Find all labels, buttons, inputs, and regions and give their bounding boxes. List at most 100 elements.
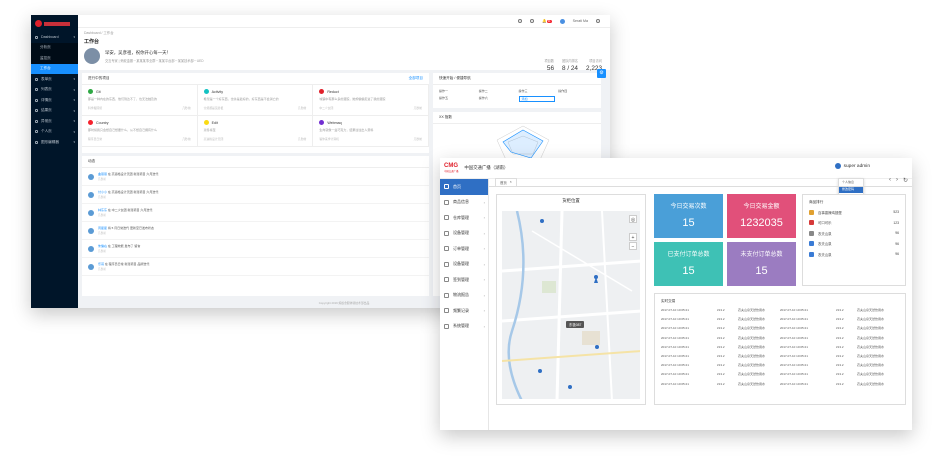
project-footer: 科学搬砖组 几秒前 — [88, 106, 191, 110]
project-desc: 凛冬将至 — [203, 128, 216, 132]
language-icon[interactable] — [596, 19, 600, 23]
sidebar-item[interactable]: 仓库管理 › — [440, 210, 488, 226]
chevron-left-icon[interactable]: ‹ — [889, 177, 891, 184]
project-card[interactable]: Edit 凛冬将至 高逼格设计天团 几秒前 — [197, 116, 314, 147]
dynamic-user[interactable]: 林东东 — [98, 208, 107, 212]
sidebar-item[interactable]: 频繁记录 › — [440, 303, 488, 319]
search-icon[interactable] — [518, 19, 523, 23]
dynamic-line: 朱偏右 在 工程效能 发布了 留言 — [98, 244, 140, 248]
quick-link[interactable]: 操作六 — [479, 96, 516, 102]
table-cell: 2017-07-10 10:05:21 — [780, 381, 808, 386]
quick-link[interactable]: 操作五 — [439, 96, 476, 102]
project-header: Webmaq — [319, 120, 422, 125]
product-name: 农夫山泉 — [818, 242, 832, 247]
sidebar-item-label: 物流报告 — [453, 292, 469, 298]
list-item: 林东东 在 中二少女团 新建项目 六月迭代 几秒前 — [82, 204, 429, 222]
project-time: 几秒前 — [182, 106, 191, 110]
chevron-down-icon: ▾ — [73, 108, 75, 113]
project-icon — [203, 89, 209, 94]
sidebar-item[interactable]: 个人页 ▾ — [31, 127, 78, 138]
project-card[interactable]: Webmaq 生命就像一盒巧克力，结果往往出人意料 骗你来学计算机 几秒前 — [313, 116, 429, 147]
settings-gear-icon[interactable]: ⚙ — [597, 69, 606, 78]
project-name: Activity — [211, 89, 224, 94]
sidebar-item[interactable]: 首页 — [440, 179, 488, 195]
user-name[interactable]: Serati Ma — [573, 19, 588, 23]
sidebar-item[interactable]: 物流报告 › — [440, 288, 488, 304]
all-projects-link[interactable]: 全部项目 — [409, 76, 423, 81]
dynamic-line: 付小小 在 高逼格设计天团 新建项目 六月迭代 — [98, 190, 158, 194]
cmg-logo: CMG 中国交通广播 — [444, 163, 459, 173]
close-icon[interactable]: × — [510, 180, 512, 185]
dynamic-time: 几秒前 — [98, 196, 106, 199]
sidebar-item[interactable]: 分析页 — [31, 42, 78, 53]
sidebar-item[interactable]: 订单管理 › — [440, 241, 488, 257]
map-view[interactable]: ◎ + − 东极087 — [502, 211, 640, 399]
chevron-down-icon: ▾ — [73, 87, 75, 92]
sidebar-item[interactable]: 签到管理 › — [440, 272, 488, 288]
project-desc: 生命就像一盒巧克力，结果往往出人意料 — [319, 128, 374, 132]
zoom-out-button[interactable]: − — [629, 242, 637, 250]
sidebar-item[interactable]: 异常页 ▾ — [31, 116, 78, 127]
avatar[interactable] — [559, 18, 565, 24]
sidebar-item-label: 首页 — [453, 183, 461, 189]
tab-home[interactable]: 首页 × — [495, 178, 517, 186]
dynamic-text: 付小小 在 高逼格设计天团 新建项目 六月迭代 几秒前 — [98, 190, 158, 199]
product-name: 可口可乐 — [818, 221, 832, 226]
dynamic-user[interactable]: 朱偏右 — [98, 244, 107, 248]
quick-link[interactable]: 操作一 — [439, 89, 476, 93]
project-card[interactable]: Reduct 城镇中有那么多的酒馆，她却偏偏走进了我的酒馆 中二少女团 几秒前 — [313, 85, 429, 116]
user-menu[interactable]: super admin — [834, 163, 870, 169]
dynamic-user[interactable]: 曲丽丽 — [98, 172, 107, 176]
help-icon[interactable] — [530, 19, 535, 23]
quick-link[interactable]: 操作三 — [519, 89, 556, 93]
sidebar-item[interactable]: 列表页 ▾ — [31, 85, 78, 96]
sidebar-item[interactable]: 详情页 ▾ — [31, 95, 78, 106]
sidebar-item[interactable]: 商品信息 › — [440, 195, 488, 211]
sidebar-item[interactable]: 系统管理 › — [440, 319, 488, 335]
sidebar-item-label: 签到管理 — [453, 276, 469, 282]
table-cell: 农夫山泉天然饮用水 — [738, 353, 766, 358]
table-cell: 农夫山泉天然饮用水 — [738, 381, 766, 386]
dynamic-time: 几秒前 — [98, 178, 106, 181]
sidebar-item[interactable]: 结果页 ▾ — [31, 106, 78, 117]
stat-tile-label: 未支付订单总数 — [740, 252, 783, 258]
sidebar-item[interactable]: 设备管理 › — [440, 226, 488, 242]
sidebar-item[interactable]: 设备管理 › — [440, 257, 488, 273]
stat-label: 项目数 — [544, 59, 554, 63]
dynamic-user[interactable]: 周星星 — [98, 226, 107, 230]
locate-icon[interactable]: ◎ — [629, 215, 637, 223]
sidebar-item[interactable]: Dashboard ▾ — [31, 32, 78, 43]
sidebar-item[interactable]: 工作台 — [31, 63, 78, 74]
sidebar-item-label: 商品信息 — [453, 199, 469, 205]
dropdown-item[interactable]: 修改密码 — [839, 186, 863, 193]
project-card[interactable]: Country 那时候我只会想自己想要什么，从不想自己拥有什么 程序员日常 几秒前 — [82, 116, 198, 147]
sidebar-item[interactable]: 监控页 — [31, 53, 78, 64]
breadcrumb: Dashboard / 工作台 — [84, 31, 114, 35]
dynamic-time: 几秒前 — [98, 268, 106, 271]
stat-tile: 今日交易金额 1232035 — [727, 194, 796, 238]
notification-bell-icon[interactable]: 🔔11 — [542, 19, 552, 23]
sidebar-item[interactable]: 图形编辑器 ▾ — [31, 137, 78, 148]
sidebar-item[interactable]: 表单页 ▾ — [31, 74, 78, 85]
zoom-in-button[interactable]: + — [629, 233, 637, 241]
dynamic-user[interactable]: 付小小 — [98, 190, 107, 194]
project-card[interactable]: Activity 希望是一个好东西，也许是最好的，好东西是不会消亡的 全组都是吴彦祖… — [197, 85, 314, 116]
quick-link[interactable]: 添加 — [518, 96, 556, 102]
projects-title: 进行中的项目 — [88, 76, 110, 80]
list-item: 百事香辣鸡翅堡 523 — [803, 207, 905, 218]
sidebar-item-label: 订单管理 — [453, 245, 469, 251]
project-name: Webmaq — [327, 120, 342, 125]
chevron-right-icon[interactable]: › — [896, 177, 898, 184]
product-name: 农夫山泉 — [818, 252, 832, 257]
quick-link[interactable]: 操作四 — [558, 89, 595, 93]
project-footer: 全组都是吴彦祖 几秒前 — [204, 106, 307, 110]
refresh-icon[interactable]: ↻ — [903, 177, 908, 184]
project-time: 几秒前 — [297, 137, 307, 141]
quick-link[interactable]: 操作二 — [479, 89, 516, 93]
table-cell: ¥13.2 — [717, 353, 725, 358]
chevron-down-icon: ▾ — [73, 35, 75, 40]
product-count: 96 — [895, 231, 899, 236]
dynamic-text: 林东东 在 中二少女团 新建项目 六月迭代 几秒前 — [98, 208, 152, 217]
table-cell: 2017-07-10 10:05:21 — [780, 372, 808, 377]
project-card[interactable]: Git 那是一种内在的东西，他们到达不了，也无法触及的 科学搬砖组 几秒前 — [82, 85, 198, 116]
